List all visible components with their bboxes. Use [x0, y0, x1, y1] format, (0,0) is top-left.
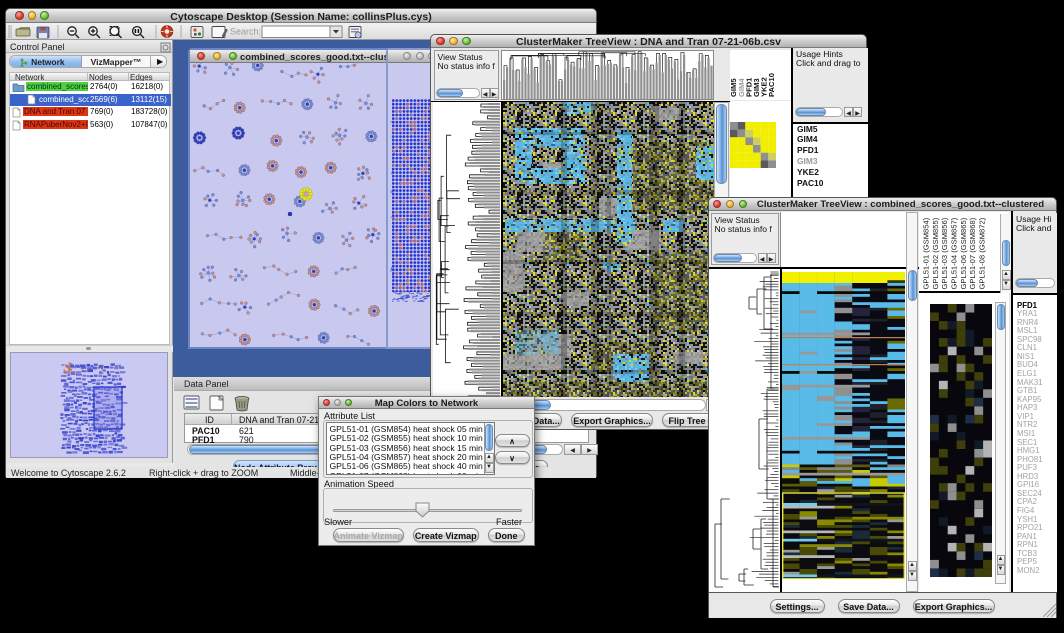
svg-text:PAC10: PAC10 [767, 73, 776, 97]
svg-text:GPL51-07 (GSM868): GPL51-07 (GSM868) [968, 217, 977, 289]
svg-text:GPL51-03 (GSM856): GPL51-03 (GSM856) [940, 217, 949, 289]
svg-text:GPL51-06 (GSM865): GPL51-06 (GSM865) [959, 217, 968, 289]
svg-text:GPL51-01 (GSM854): GPL51-01 (GSM854) [922, 217, 931, 289]
svg-text:GPL51-04 (GSM857): GPL51-04 (GSM857) [950, 217, 959, 289]
svg-text:Search:: Search: [230, 26, 261, 36]
svg-text:GPL51-02 (GSM855): GPL51-02 (GSM855) [931, 217, 940, 289]
svg-text:GPL51-08 (GSM872): GPL51-08 (GSM872) [978, 217, 987, 289]
